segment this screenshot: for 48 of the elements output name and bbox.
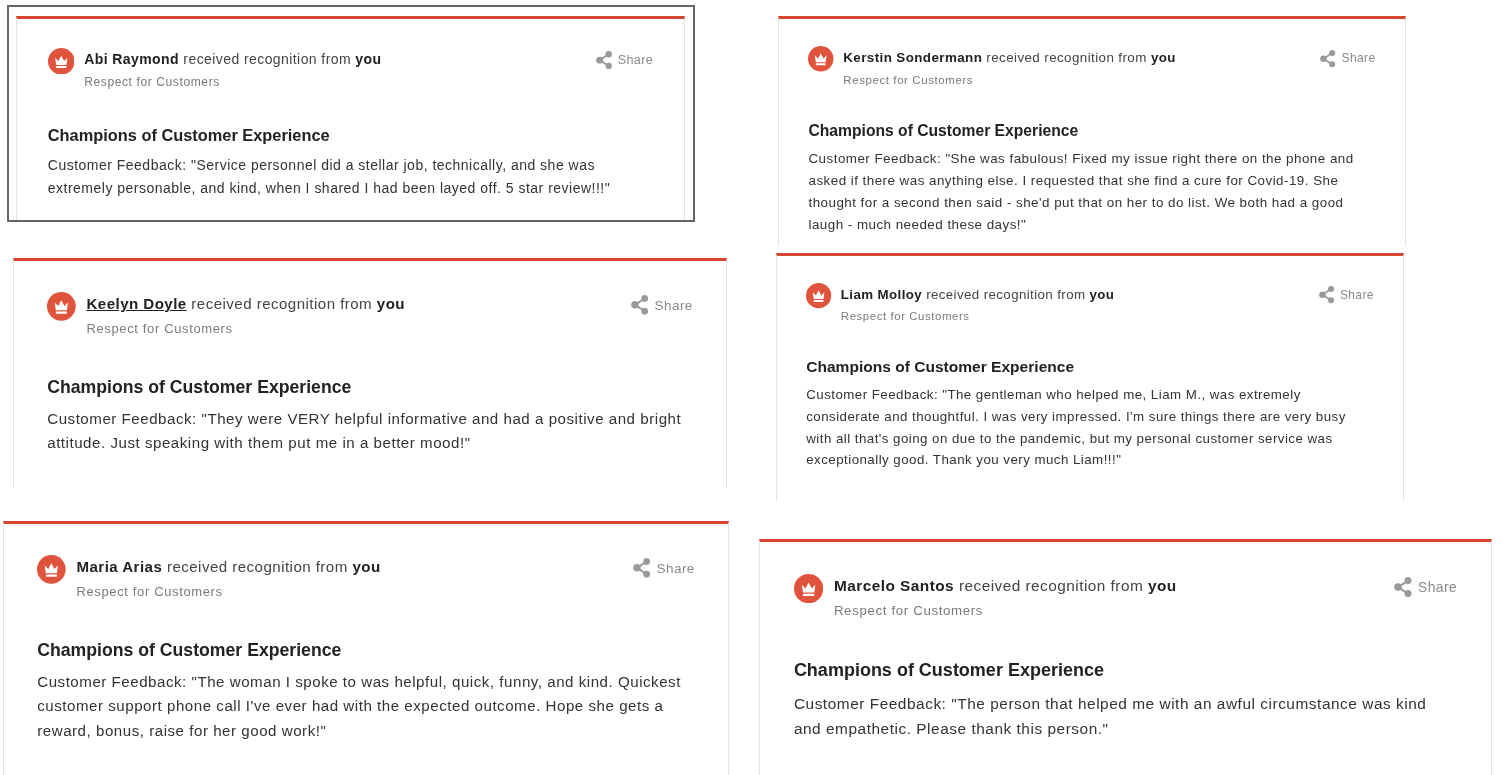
recipient-link[interactable]: Abi Raymond — [84, 51, 180, 68]
award-title: Champions of Customer Experience — [793, 658, 1105, 682]
crown-icon — [47, 47, 75, 75]
recipient-link[interactable]: Marcelo Santos — [833, 577, 955, 595]
value-label: Respect for Customers — [840, 309, 971, 325]
share-button[interactable]: Share — [632, 558, 695, 579]
share-icon — [632, 558, 651, 579]
share-icon — [595, 50, 613, 70]
award-title: Champions of Customer Experience — [37, 638, 343, 662]
value-label: Respect for Customers — [84, 73, 221, 91]
share-icon — [1320, 49, 1337, 68]
feedback-text: Customer Feedback: "The gentleman who helped me, Liam M., was extremely considerate and thoughtful. I was very impressed. I'm sure things there are very busy with all that's going on due to the pandemic, but my personal customer service was exceptionally good. Thank you very much Liam!!!" — [806, 386, 1347, 470]
value-label: Respect for Customers — [76, 583, 224, 602]
feedback-text: Customer Feedback: "She was fabulous! Fixed my issue right there on the phone and asked if there was anything else. I requested that she find a cure for Covid-19. She thought for a second then said - she'd put that on her to do list. We both had a good laugh - much needed these days!" — [808, 150, 1355, 234]
recognition-text: received recognition from you — [958, 577, 1177, 595]
share-button[interactable]: Share — [595, 50, 654, 70]
recognition-text: received recognition from you — [166, 558, 381, 576]
value-label: Respect for Customers — [833, 602, 985, 621]
award-title: Champions of Customer Experience — [808, 120, 1080, 141]
share-icon — [1393, 577, 1412, 598]
feedback-text: Customer Feedback: "They were VERY helpful informative and had a positive and bright attitude. Just speaking with them put me in a better mood!" — [47, 408, 683, 454]
feedback-text: Customer Feedback: "The person that helped me with an awful circumstance was kind and empathetic. Please thank this person." — [793, 693, 1428, 739]
recipient-link[interactable]: Keelyn Doyle — [86, 295, 187, 313]
crown-icon — [47, 291, 76, 321]
share-button[interactable]: Share — [1319, 286, 1374, 304]
share-button[interactable]: Share — [630, 295, 693, 316]
recognition-text: received recognition from you — [986, 49, 1176, 65]
recipient-link[interactable]: Maria Arias — [76, 558, 163, 576]
recognition-text: received recognition from you — [191, 295, 405, 313]
feedback-text: Customer Feedback: "Service personnel did a stellar job, technically, and she was extremely personable, and kind, when I shared I had been layed off. 5 star review!!!" — [47, 156, 612, 198]
share-button[interactable]: Share — [1320, 49, 1376, 68]
award-title: Champions of Customer Experience — [806, 356, 1076, 377]
crown-icon — [806, 283, 832, 309]
share-icon — [630, 295, 649, 316]
recipient-link[interactable]: Kerstin Sondermann — [843, 49, 983, 65]
recognition-text: received recognition from you — [926, 286, 1115, 302]
value-label: Respect for Customers — [86, 320, 234, 339]
recipient-link[interactable]: Liam Molloy — [840, 286, 923, 302]
share-icon — [1319, 286, 1335, 304]
award-title: Champions of Customer Experience — [47, 125, 331, 147]
value-label: Respect for Customers — [843, 72, 975, 88]
crown-icon — [793, 573, 824, 603]
crown-icon — [37, 554, 66, 584]
award-title: Champions of Customer Experience — [47, 375, 353, 399]
feedback-text: Customer Feedback: "The woman I spoke to was helpful, quick, funny, and kind. Quickest customer support phone call I've ever had with the expected outcome. Hope she gets a reward, bonus, raise for her good work!" — [37, 671, 682, 741]
crown-icon — [808, 46, 834, 72]
recognition-text: received recognition from you — [183, 51, 382, 68]
share-button[interactable]: Share — [1393, 577, 1458, 598]
